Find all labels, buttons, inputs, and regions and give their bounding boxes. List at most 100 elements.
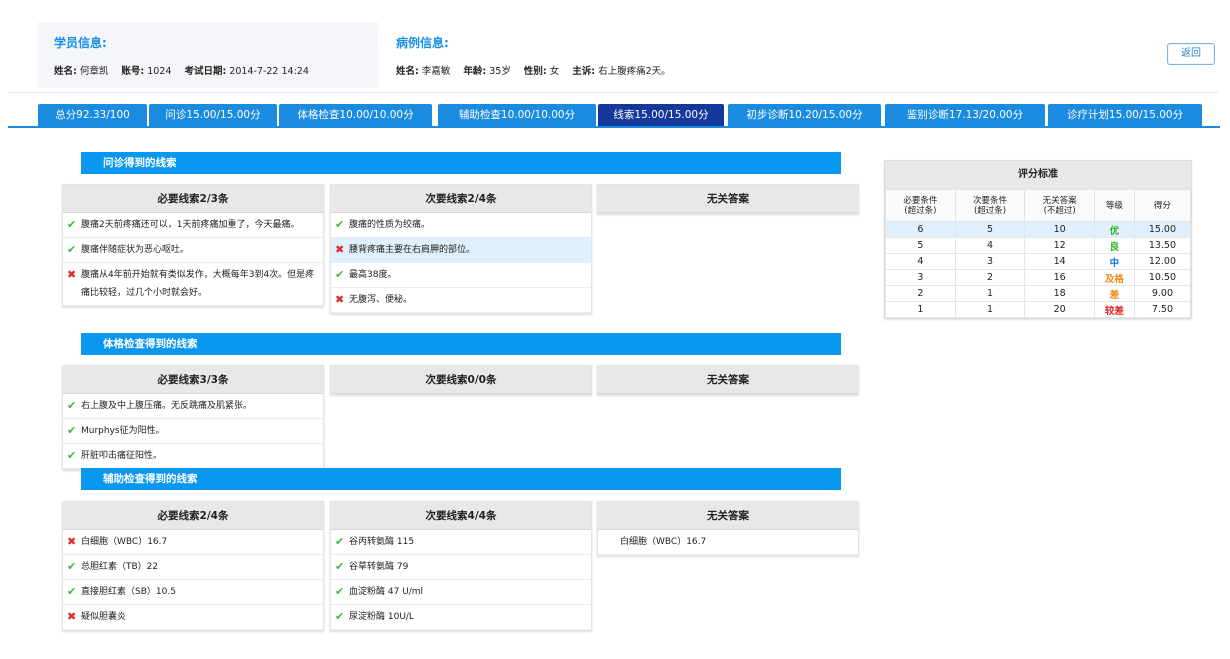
cross-icon: ✖ — [67, 268, 77, 281]
tab-5[interactable]: 初步诊断10.20/15.00分 — [728, 104, 881, 126]
check-icon: ✔ — [67, 449, 77, 462]
clue-text: Murphys征为阳性。 — [81, 426, 165, 436]
standard-row: 4 3 14 中 12.00 — [885, 253, 1192, 270]
clue-row: ✔ 腹痛伴随症状为恶心呕吐。 — [63, 238, 323, 263]
column-header: 无关答案 — [598, 185, 858, 213]
standard-cell-req: 3 — [885, 269, 956, 286]
physical-exam-irrelevant-column: 无关答案 — [597, 365, 859, 395]
check-icon: ✔ — [335, 560, 345, 573]
cross-icon: ✖ — [335, 243, 345, 256]
clue-row: ✔ 右上腹及中上腹压痛。无反跳痛及肌紧张。 — [63, 394, 323, 419]
standard-header-cell: 次要条件 (超过条) — [954, 189, 1026, 222]
column-header: 无关答案 — [598, 502, 858, 530]
standard-header-cell: 无关答案 (不超过) — [1024, 189, 1096, 222]
clue-row: ✔ 腹痛2天前疼痛还可以，1天前疼痛加重了，今天最痛。 — [63, 213, 323, 238]
clue-text: 腹痛2天前疼痛还可以，1天前疼痛加重了，今天最痛。 — [81, 220, 300, 230]
standard-cell-sec: 3 — [954, 253, 1026, 270]
check-icon: ✔ — [67, 585, 77, 598]
standard-cell-sec: 5 — [954, 221, 1026, 238]
clue-row: 白细胞（WBC）16.7 — [598, 530, 858, 555]
standard-cell-irr: 18 — [1024, 285, 1096, 302]
standard-cell-sec: 2 — [954, 269, 1026, 286]
scoring-standard-panel: 评分标准 必要条件 (超过条) 次要条件 (超过条) 无关答案 (不超过) 等级 得分 … — [884, 160, 1192, 319]
clue-text: 谷丙转氨酶 115 — [349, 537, 415, 547]
clue-text: 白细胞（WBC）16.7 — [81, 537, 168, 547]
standard-cell-grade: 差 — [1094, 285, 1135, 302]
standard-cell-sec: 1 — [954, 285, 1026, 302]
section-title-inquiry: 问诊得到的线索 — [81, 152, 841, 174]
section-title-auxiliary-exam: 辅助检查得到的线索 — [81, 468, 841, 490]
clue-row: ✔ 尿淀粉酶 10U/L — [331, 605, 591, 630]
auxiliary-exam-secondary-column: 次要线索4/4条 ✔ 谷丙转氨酶 115 ✔ 谷草转氨酶 79 ✔ 血淀粉酶 47 U/ml… — [330, 501, 592, 631]
standard-cell-score: 7.50 — [1133, 301, 1192, 318]
tab-6[interactable]: 鉴别诊断17.13/20.00分 — [885, 104, 1045, 126]
clue-row: ✔ 最高38度。 — [331, 263, 591, 288]
standard-cell-grade: 良 — [1094, 237, 1135, 254]
auxiliary-exam-required-column: 必要线索2/4条 ✖ 白细胞（WBC）16.7 ✔ 总胆红素（TB）22 ✔ 直接胆红素（S… — [62, 501, 324, 631]
student-info-panel: 学员信息: 姓名: 何章凯 账号: 1024 考试日期: 2014-7-22 1… — [38, 22, 378, 88]
check-icon: ✔ — [335, 585, 345, 598]
clue-text: 腹痛的性质为绞痛。 — [349, 220, 431, 230]
tab-1[interactable]: 问诊15.00/15.00分 — [149, 104, 277, 126]
student-id: 1024 — [147, 66, 172, 77]
student-info-line: 姓名: 何章凯 账号: 1024 考试日期: 2014-7-22 14:24 — [54, 63, 378, 77]
tab-3[interactable]: 辅助检查10.00/10.00分 — [438, 104, 596, 126]
check-icon: ✔ — [67, 218, 77, 231]
student-info-title: 学员信息: — [54, 36, 107, 50]
standard-cell-grade: 较差 — [1094, 301, 1135, 318]
student-name: 何章凯 — [79, 66, 109, 77]
case-name-label: 姓名: — [396, 66, 419, 77]
clue-row: ✔ 直接胆红素（SB）10.5 — [63, 580, 323, 605]
clue-text: 总胆红素（TB）22 — [81, 562, 159, 572]
standard-row: 5 4 12 良 13.50 — [885, 237, 1192, 254]
column-header: 次要线索2/4条 — [331, 185, 591, 213]
standard-cell-score: 13.50 — [1133, 237, 1192, 254]
tab-2[interactable]: 体格检查10.00/10.00分 — [279, 104, 432, 126]
check-icon: ✔ — [335, 610, 345, 623]
case-age-label: 年龄: — [463, 66, 487, 77]
standard-cell-req: 6 — [885, 221, 956, 238]
clue-text: 右上腹及中上腹压痛。无反跳痛及肌紧张。 — [81, 401, 253, 411]
physical-exam-secondary-column: 次要线索0/0条 — [330, 365, 592, 395]
standard-cell-grade: 优 — [1094, 221, 1135, 238]
student-id-label: 账号: — [121, 66, 145, 77]
standard-header-cell: 得分 — [1133, 189, 1192, 222]
clue-row: ✔ 谷草转氨酶 79 — [331, 555, 591, 580]
standard-cell-irr: 20 — [1024, 301, 1096, 318]
clue-row: ✖ 腹痛从4年前开始就有类似发作，大概每年3到4次。但是疼痛比较轻，过几个小时就会… — [63, 263, 323, 306]
student-name-label: 姓名: — [54, 66, 77, 77]
case-sex: 女 — [549, 66, 560, 77]
column-header: 次要线索4/4条 — [331, 502, 591, 530]
check-icon: ✔ — [67, 243, 77, 256]
standard-row: 3 2 16 及格 10.50 — [885, 269, 1192, 286]
standard-cell-irr: 12 — [1024, 237, 1096, 254]
standard-cell-req: 5 — [885, 237, 956, 254]
standard-cell-sec: 1 — [954, 301, 1026, 318]
standard-cell-grade: 中 — [1094, 253, 1135, 270]
standard-header-cell: 必要条件 (超过条) — [885, 189, 956, 222]
case-name: 李嘉敏 — [421, 66, 451, 77]
standard-header-cell: 等级 — [1094, 189, 1135, 222]
clue-row: ✔ Murphys征为阳性。 — [63, 419, 323, 444]
clue-text: 腹痛伴随症状为恶心呕吐。 — [81, 245, 190, 255]
back-button[interactable]: 返回 — [1167, 43, 1215, 65]
clue-row: ✖ 疑似胆囊炎 — [63, 605, 323, 630]
case-age: 35岁 — [489, 66, 511, 77]
section-title-physical-exam: 体格检查得到的线索 — [81, 333, 841, 355]
clue-row: ✔ 血淀粉酶 47 U/ml — [331, 580, 591, 605]
clue-text: 无腹泻、便秘。 — [349, 295, 413, 305]
case-complaint-label: 主诉: — [572, 66, 596, 77]
header-divider — [8, 92, 1218, 93]
tab-4[interactable]: 线索15.00/15.00分 — [598, 104, 724, 126]
auxiliary-exam-irrelevant-column: 无关答案 白细胞（WBC）16.7 — [597, 501, 859, 556]
inquiry-secondary-column: 次要线索2/4条 ✔ 腹痛的性质为绞痛。 ✖ 腰背疼痛主要在右肩胛的部位。 ✔ 最高38度。… — [330, 184, 592, 314]
tab-7[interactable]: 诊疗计划15.00/15.00分 — [1048, 104, 1202, 126]
clue-row: ✖ 腰背疼痛主要在右肩胛的部位。 — [331, 238, 591, 263]
standard-cell-score: 12.00 — [1133, 253, 1192, 270]
column-header: 必要线索2/4条 — [63, 502, 323, 530]
inquiry-required-column: 必要线索2/3条 ✔ 腹痛2天前疼痛还可以，1天前疼痛加重了，今天最痛。 ✔ 腹痛伴随症… — [62, 184, 324, 307]
inquiry-irrelevant-column: 无关答案 — [597, 184, 859, 214]
clue-row: ✔ 腹痛的性质为绞痛。 — [331, 213, 591, 238]
clue-text: 腹痛从4年前开始就有类似发作，大概每年3到4次。但是疼痛比较轻，过几个小时就会好… — [81, 270, 315, 298]
tab-0[interactable]: 总分92.33/100 — [38, 104, 147, 126]
